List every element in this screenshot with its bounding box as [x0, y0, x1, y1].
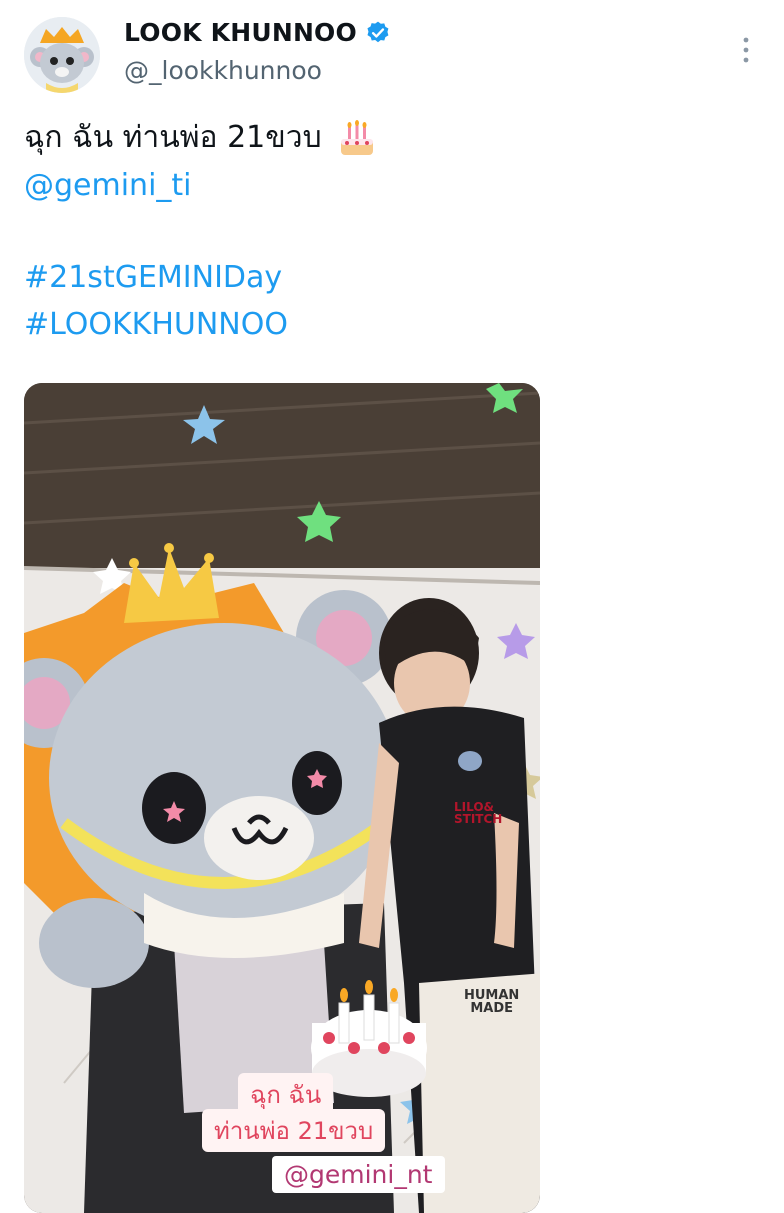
- sticker-mention: @gemini_nt: [272, 1156, 445, 1193]
- hashtag-link[interactable]: #21stGEMINIDay: [24, 258, 282, 298]
- tweet-media-image[interactable]: LILO& STITCH HUMAN MADE ฉุก ฉัน ท่านพ่อ …: [24, 383, 540, 1213]
- tweet-text: ฉุก ฉัน ท่านพ่อ 21ขวบ: [24, 120, 322, 155]
- more-vertical-icon[interactable]: [736, 34, 756, 66]
- tweet-mention-link[interactable]: @gemini_ti: [24, 166, 192, 206]
- shirt-print-text: LILO& STITCH: [454, 801, 502, 825]
- author-avatar[interactable]: [24, 17, 100, 93]
- tweet-text-line: ฉุก ฉัน ท่านพ่อ 21ขวบ: [24, 118, 377, 159]
- verified-badge-icon: [367, 21, 389, 42]
- hashtag-link[interactable]: #LOOKKHUNNOO: [24, 305, 288, 345]
- shirt-print-line: STITCH: [454, 812, 503, 826]
- pants-print-line: MADE: [470, 1001, 513, 1016]
- mascot-avatar-icon: [24, 17, 100, 93]
- pants-print-text: HUMAN MADE: [464, 989, 519, 1015]
- author-handle[interactable]: @_lookkhunnoo: [124, 56, 322, 85]
- author-display-name[interactable]: LOOK KHUNNOO: [124, 18, 357, 47]
- birthday-cake-emoji: [341, 119, 374, 155]
- sticker-caption-line: ท่านพ่อ 21ขวบ: [202, 1109, 386, 1152]
- author-display-name-row[interactable]: LOOK KHUNNOO: [124, 18, 391, 47]
